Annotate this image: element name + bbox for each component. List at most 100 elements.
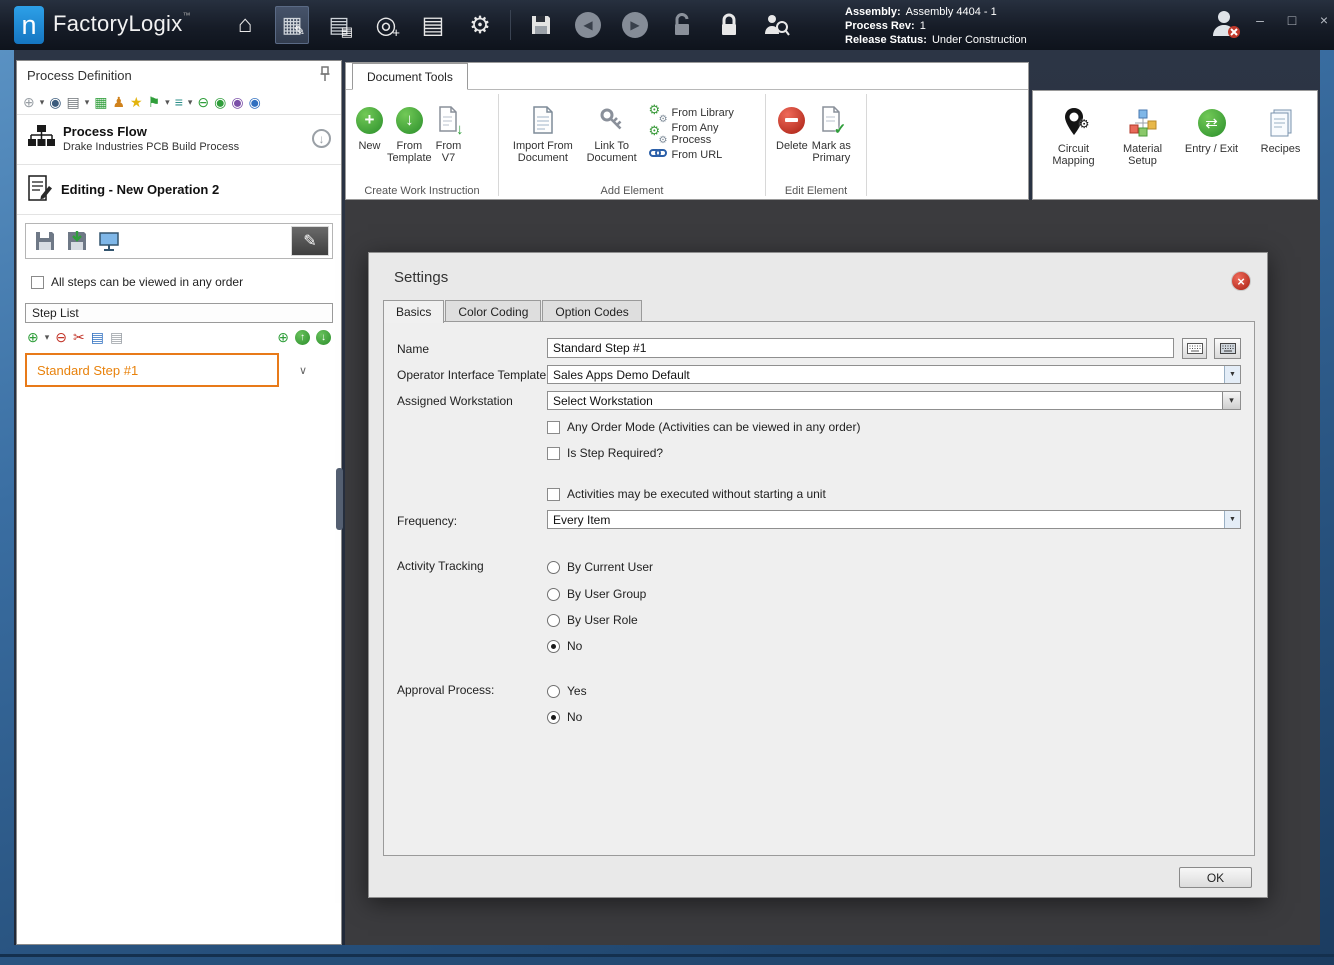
any-order-mode-checkbox[interactable] xyxy=(547,420,560,434)
cut-step-icon[interactable]: ✂ xyxy=(73,330,85,344)
save-icon[interactable] xyxy=(524,6,558,44)
approval-yes-radio[interactable] xyxy=(547,684,560,698)
web-icon[interactable]: ◉ xyxy=(49,95,61,109)
navigator-icon[interactable]: ◎ + xyxy=(369,6,403,44)
add-step-caret-icon[interactable]: ▾ xyxy=(45,330,50,344)
activity-tracking-label: Activity Tracking xyxy=(397,559,484,573)
flag-icon[interactable]: ⚑ xyxy=(148,95,161,109)
copy-step-icon[interactable]: ▤ xyxy=(91,330,104,344)
import-from-document-button[interactable]: Import From Document xyxy=(509,96,577,164)
ok-button[interactable]: OK xyxy=(1179,867,1252,888)
move-step-up-icon[interactable]: ↑ xyxy=(295,329,310,345)
activity-by-user-group-radio[interactable] xyxy=(547,587,560,601)
is-step-required-checkbox[interactable] xyxy=(547,446,560,460)
operator-interface-template-select[interactable]: Sales Apps Demo Default ▼ xyxy=(547,365,1241,384)
user-logout-icon[interactable] xyxy=(1208,8,1242,43)
delete-button[interactable]: Delete xyxy=(776,96,808,152)
from-v7-button[interactable]: ↓ From V7 xyxy=(436,96,463,164)
collapse-icon[interactable]: ↓ xyxy=(312,129,331,148)
panel-splitter[interactable] xyxy=(336,468,343,530)
mark-as-primary-button[interactable]: ✓ Mark as Primary xyxy=(812,96,851,164)
any-order-mode-row: Any Order Mode (Activities can be viewed… xyxy=(547,420,860,434)
new-button[interactable]: + New xyxy=(356,96,383,152)
step-list-header: Step List xyxy=(25,303,333,323)
process-rev-value: 1 xyxy=(919,20,926,32)
find-user-icon[interactable] xyxy=(759,6,793,44)
pin-icon[interactable] xyxy=(319,65,331,85)
remove-step-icon[interactable]: ⊖ xyxy=(55,330,67,344)
print-icon[interactable]: ▤ xyxy=(66,95,79,109)
maximize-button[interactable]: □ xyxy=(1284,12,1300,28)
step-expand-icon[interactable]: ∨ xyxy=(279,364,327,377)
from-url-button[interactable]: From URL xyxy=(648,146,761,163)
combo-arrow-icon[interactable]: ▾ xyxy=(1222,392,1240,409)
stack-icon[interactable]: ≡ xyxy=(175,95,183,109)
documents-icon[interactable]: ▤ ▤ xyxy=(322,6,356,44)
user-icon[interactable]: ♟ xyxy=(112,95,125,109)
forward-icon[interactable]: ▶ xyxy=(618,6,652,44)
keyboard-alt-button[interactable] xyxy=(1214,338,1241,359)
name-input[interactable] xyxy=(547,338,1174,358)
add-process-icon[interactable]: ⊕ xyxy=(23,95,35,109)
activity-by-user-role-radio[interactable] xyxy=(547,613,560,627)
process-editor-icon[interactable]: ▦ ✎ xyxy=(275,6,309,44)
move-step-down-icon[interactable]: ↓ xyxy=(316,329,331,345)
selected-step[interactable]: Standard Step #1 xyxy=(25,353,279,387)
activity-by-current-user-radio[interactable] xyxy=(547,560,560,574)
plugin-icon[interactable]: ▦ xyxy=(94,95,107,109)
approval-no-radio[interactable] xyxy=(547,710,560,724)
remove-process-icon[interactable]: ⊖ xyxy=(197,95,209,109)
combo-arrow-icon[interactable]: ▼ xyxy=(1224,366,1240,383)
minimize-button[interactable]: – xyxy=(1252,12,1268,28)
tab-basics[interactable]: Basics xyxy=(383,300,445,323)
from-url-icon xyxy=(648,147,667,162)
from-template-button[interactable]: ↓ From Template xyxy=(387,96,432,164)
combo-arrow-icon[interactable]: ▼ xyxy=(1224,511,1240,528)
group-add-element: Import From Document Link To Document ⚙ ⚙… xyxy=(499,90,765,200)
zoom-step-icon[interactable]: ⊕ xyxy=(277,330,289,344)
flag-caret-icon[interactable]: ▾ xyxy=(165,95,170,109)
edit-document-button[interactable]: ✎ xyxy=(291,226,329,256)
from-library-button[interactable]: ⚙ ⚙ From Library xyxy=(649,102,761,125)
news-icon[interactable]: ▤ xyxy=(416,6,450,44)
preview-document-button[interactable] xyxy=(93,226,125,256)
any-order-checkbox[interactable] xyxy=(31,275,44,289)
save-document-button[interactable] xyxy=(29,226,61,256)
close-button[interactable]: × xyxy=(1316,12,1332,28)
back-icon[interactable]: ◀ xyxy=(571,6,605,44)
home-icon[interactable]: ⌂ xyxy=(228,6,262,44)
keyboard-button[interactable] xyxy=(1182,338,1207,359)
tab-option-codes[interactable]: Option Codes xyxy=(542,300,642,322)
paste-step-icon[interactable]: ▤ xyxy=(110,330,123,344)
tab-color-coding[interactable]: Color Coding xyxy=(445,300,542,322)
add-process-caret-icon[interactable]: ▾ xyxy=(40,95,45,109)
link-to-document-button[interactable]: Link To Document xyxy=(581,96,643,164)
step-list-item[interactable]: Standard Step #1 ∨ xyxy=(25,353,333,387)
recipes-button[interactable]: Recipes xyxy=(1252,99,1309,155)
material-setup-button[interactable]: Material Setup xyxy=(1114,99,1171,167)
add-step-icon[interactable]: ⊕ xyxy=(27,330,39,344)
settings-gear-icon[interactable]: ⚙ xyxy=(463,6,497,44)
star-icon[interactable]: ★ xyxy=(130,95,143,109)
unlock-icon[interactable] xyxy=(665,6,699,44)
status-purple-icon[interactable]: ◉ xyxy=(231,95,243,109)
approval-yes-row: Yes xyxy=(547,684,587,698)
stack-caret-icon[interactable]: ▾ xyxy=(188,95,193,109)
assigned-workstation-select[interactable]: Select Workstation ▾ xyxy=(547,391,1241,410)
add-element-stack: ⚙ ⚙ From Library ⚙ ⚙ From Any Process From… xyxy=(648,96,761,163)
import-document-button[interactable] xyxy=(61,226,93,256)
entry-exit-button[interactable]: ⇄ Entry / Exit xyxy=(1183,99,1240,155)
circuit-mapping-button[interactable]: ⚙ Circuit Mapping xyxy=(1045,99,1102,167)
activity-no-radio[interactable] xyxy=(547,639,560,653)
status-blue-icon[interactable]: ◉ xyxy=(249,95,261,109)
status-green-icon[interactable]: ◉ xyxy=(214,95,226,109)
frequency-select[interactable]: Every Item ▼ xyxy=(547,510,1241,529)
ribbon: Document Tools + New ↓ From Template ↓ F… xyxy=(345,62,1029,200)
from-any-process-button[interactable]: ⚙ ⚙ From Any Process xyxy=(649,122,761,146)
print-caret-icon[interactable]: ▾ xyxy=(85,95,90,109)
assembly-info: Assembly: Assembly 4404 - 1 Process Rev: 1… xyxy=(845,5,1027,47)
dialog-close-icon[interactable]: × xyxy=(1231,271,1251,291)
lock-icon[interactable] xyxy=(712,6,746,44)
tab-document-tools[interactable]: Document Tools xyxy=(352,63,468,90)
no-unit-checkbox[interactable] xyxy=(547,487,560,501)
